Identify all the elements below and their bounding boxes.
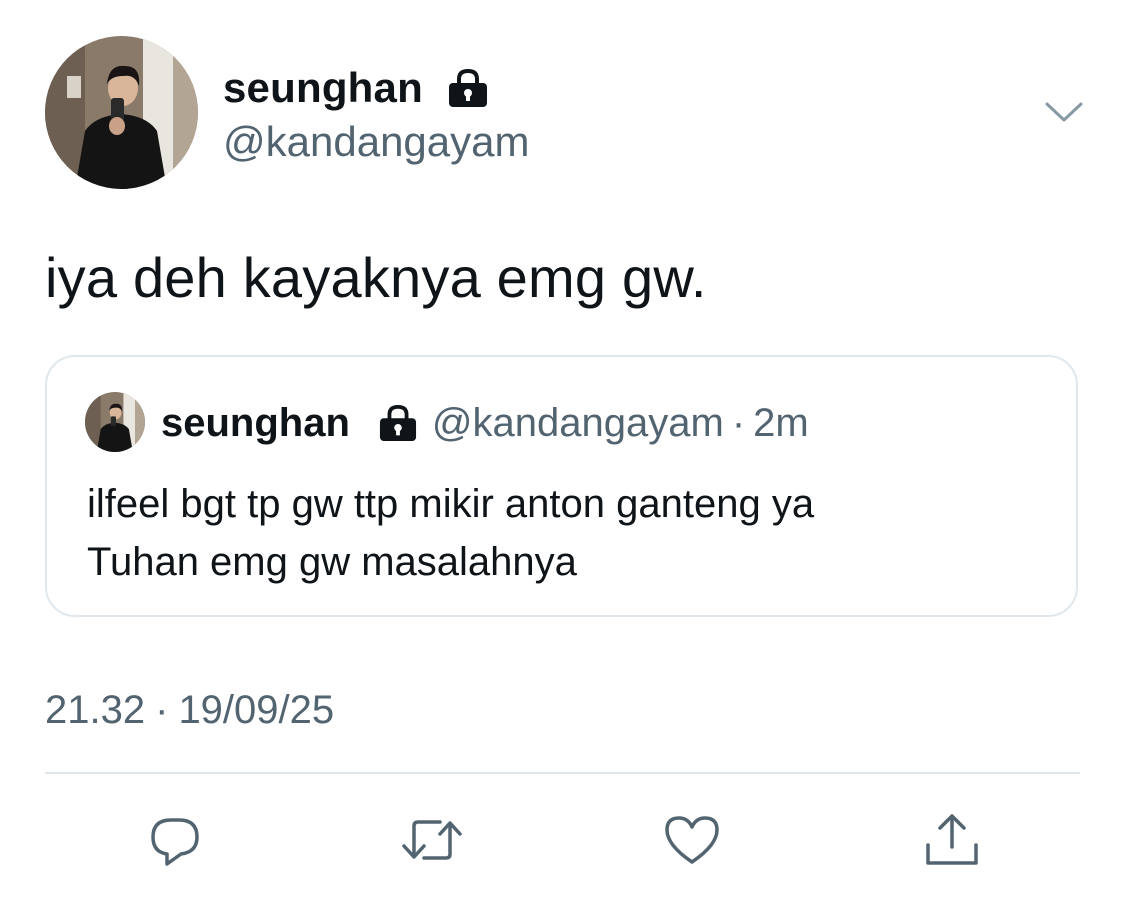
quoted-author-display-name: seunghan — [161, 400, 350, 445]
like-button[interactable] — [660, 808, 724, 872]
share-icon — [926, 814, 978, 865]
divider — [45, 772, 1080, 774]
tweet-timestamp[interactable]: 21.32 · 19/09/25 — [45, 688, 334, 733]
author-display-name[interactable]: seunghan — [223, 64, 423, 112]
author-handle[interactable]: @kandangayam — [223, 118, 530, 166]
tweet-date: 19/09/25 — [178, 688, 335, 732]
lock-icon — [378, 404, 418, 442]
quoted-text-line: Tuhan emg gw masalahnya — [87, 540, 577, 584]
quoted-author-avatar — [85, 392, 145, 452]
tweet-time: 21.32 — [45, 688, 146, 732]
lock-icon — [447, 68, 489, 108]
chevron-down-icon[interactable] — [1044, 100, 1084, 124]
retweet-icon — [402, 820, 462, 860]
tweet-text: iya deh kayaknya emg gw. — [45, 246, 707, 309]
reply-icon — [151, 818, 199, 866]
quoted-tweet-time: 2m — [753, 400, 809, 445]
quoted-tweet-card[interactable]: seunghan @kandangayam · 2m ilfeel bgt tp… — [45, 355, 1078, 617]
author-name-row: seunghan — [223, 62, 489, 114]
quoted-separator: · — [731, 400, 746, 445]
author-avatar[interactable] — [45, 36, 198, 189]
heart-icon — [665, 816, 719, 864]
share-button[interactable] — [920, 808, 984, 872]
quoted-text-line: ilfeel bgt tp gw ttp mikir anton ganteng… — [87, 482, 815, 526]
quoted-tweet-text: ilfeel bgt tp gw ttp mikir anton ganteng… — [87, 475, 1047, 591]
retweet-button[interactable] — [400, 808, 464, 872]
quoted-tweet-header: seunghan @kandangayam · 2m — [161, 397, 809, 449]
quoted-author-handle: @kandangayam — [431, 400, 724, 445]
reply-button[interactable] — [143, 808, 207, 872]
timestamp-separator: · — [155, 688, 169, 732]
